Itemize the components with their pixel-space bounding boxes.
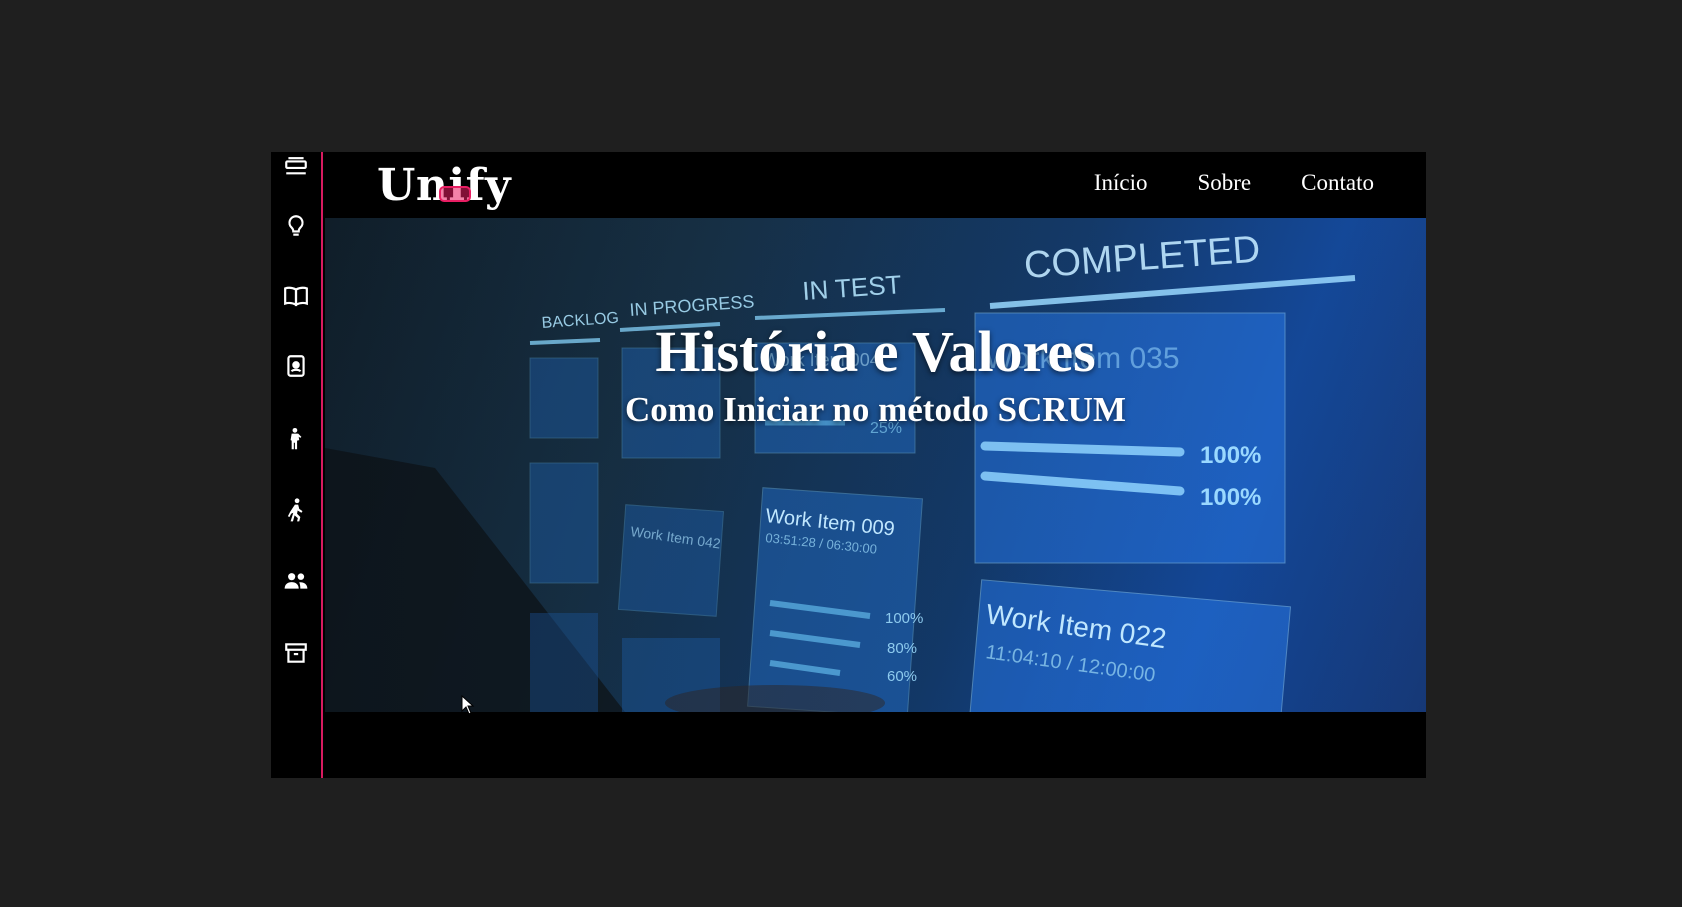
hero-title: História e Valores	[655, 319, 1096, 384]
logo-accent-mark	[439, 186, 471, 202]
menu-icon[interactable]	[271, 152, 321, 186]
person-standing-icon[interactable]	[271, 422, 321, 456]
mouse-cursor-icon	[461, 695, 475, 715]
browser-viewport: Unify Início Sobre Contato BACKLOG	[271, 152, 1426, 778]
users-icon[interactable]	[271, 564, 321, 598]
lightbulb-icon[interactable]	[271, 209, 321, 243]
hero-banner: BACKLOG IN PROGRESS IN TEST COMPLETED Wo…	[325, 218, 1426, 712]
hero-background-image: BACKLOG IN PROGRESS IN TEST COMPLETED Wo…	[325, 218, 1426, 712]
page-bottom-area	[325, 712, 1426, 778]
book-icon[interactable]	[271, 279, 321, 313]
id-badge-icon[interactable]	[271, 349, 321, 383]
hero-subtitle: Como Iniciar no método SCRUM	[624, 390, 1126, 429]
nav-contato-link[interactable]: Contato	[1301, 170, 1374, 196]
main-nav: Início Sobre Contato	[1094, 170, 1374, 196]
sidebar	[271, 152, 323, 778]
top-navbar: Unify Início Sobre Contato	[325, 152, 1426, 218]
nav-sobre-link[interactable]: Sobre	[1197, 170, 1251, 196]
archive-icon[interactable]	[271, 636, 321, 670]
person-walking-icon[interactable]	[271, 493, 321, 527]
nav-inicio-link[interactable]: Início	[1094, 170, 1148, 196]
